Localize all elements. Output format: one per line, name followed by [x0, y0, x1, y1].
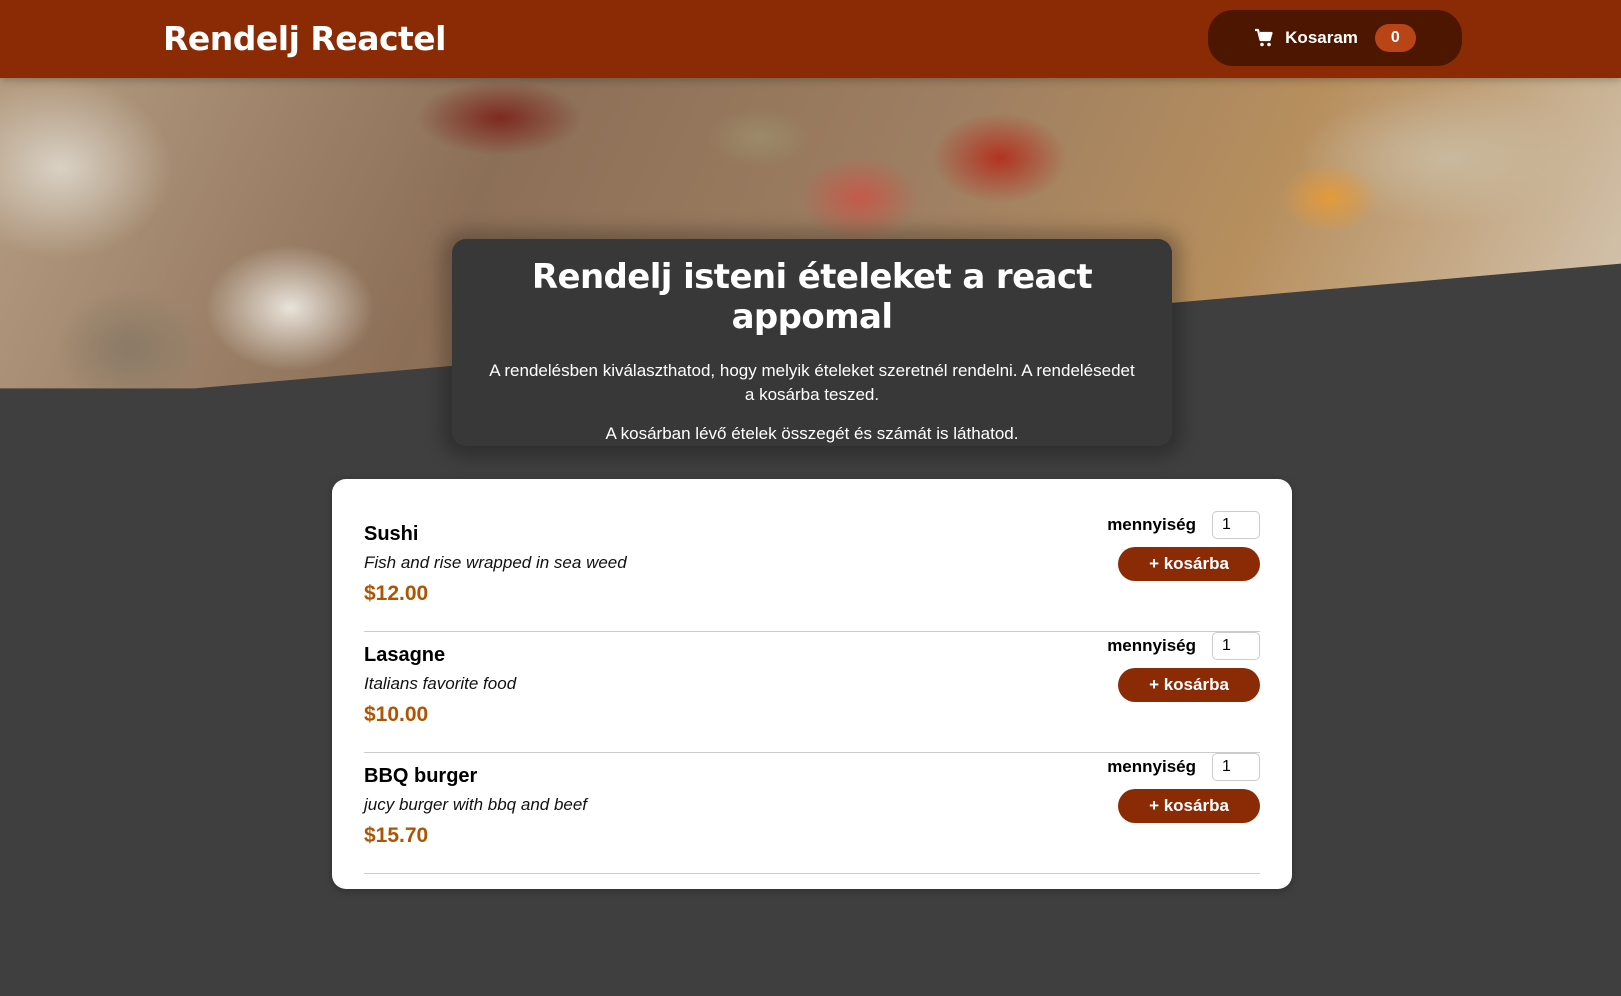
meal-item: BBQ burger jucy burger with bbq and beef… [364, 753, 1260, 874]
meal-item: Lasagne Italians favorite food $10.00 me… [364, 632, 1260, 753]
meal-name: Lasagne [364, 644, 446, 666]
app-title: Rendelj Reactel [163, 19, 447, 58]
meal-price: $12.00 [364, 582, 429, 605]
amount-row: mennyiség [1107, 753, 1260, 781]
amount-row: mennyiség [1107, 632, 1260, 660]
cart-button[interactable]: Kosaram 0 [1208, 10, 1462, 66]
add-to-cart-button[interactable]: + kosárba [1118, 547, 1260, 581]
amount-input[interactable] [1212, 632, 1260, 660]
meal-name: Sushi [364, 523, 419, 545]
cart-label: Kosaram [1285, 28, 1358, 47]
summary-paragraph-1: A rendelésben kiválaszthatod, hogy melyi… [489, 361, 1135, 404]
amount-label: mennyiség [1107, 636, 1196, 655]
meal-description: Italians favorite food [364, 674, 517, 693]
meal-name: BBQ burger [364, 765, 478, 787]
amount-input[interactable] [1212, 753, 1260, 781]
amount-row: mennyiség [1107, 511, 1260, 539]
meal-price: $15.70 [364, 824, 429, 847]
amount-label: mennyiség [1107, 515, 1196, 534]
meal-price: $10.00 [364, 703, 429, 726]
add-to-cart-button[interactable]: + kosárba [1118, 668, 1260, 702]
meal-item: Sushi Fish and rise wrapped in sea weed … [364, 511, 1260, 632]
meal-description: jucy burger with bbq and beef [364, 795, 588, 814]
cart-count-badge: 0 [1374, 24, 1416, 52]
meals-summary: Rendelj isteni ételeket a react appomal … [452, 239, 1172, 446]
cart-icon [1255, 28, 1273, 47]
amount-label: mennyiség [1107, 757, 1196, 776]
available-meals: Sushi Fish and rise wrapped in sea weed … [332, 479, 1292, 889]
summary-heading: Rendelj isteni ételeket a react appomal [531, 257, 1093, 337]
meal-description: Fish and rise wrapped in sea weed [364, 553, 627, 572]
app-header: Rendelj Reactel Kosaram 0 [0, 0, 1621, 78]
summary-paragraph-2: A kosárban lévő ételek összegét és számá… [605, 424, 1019, 443]
add-to-cart-button[interactable]: + kosárba [1118, 789, 1260, 823]
amount-input[interactable] [1212, 511, 1260, 539]
